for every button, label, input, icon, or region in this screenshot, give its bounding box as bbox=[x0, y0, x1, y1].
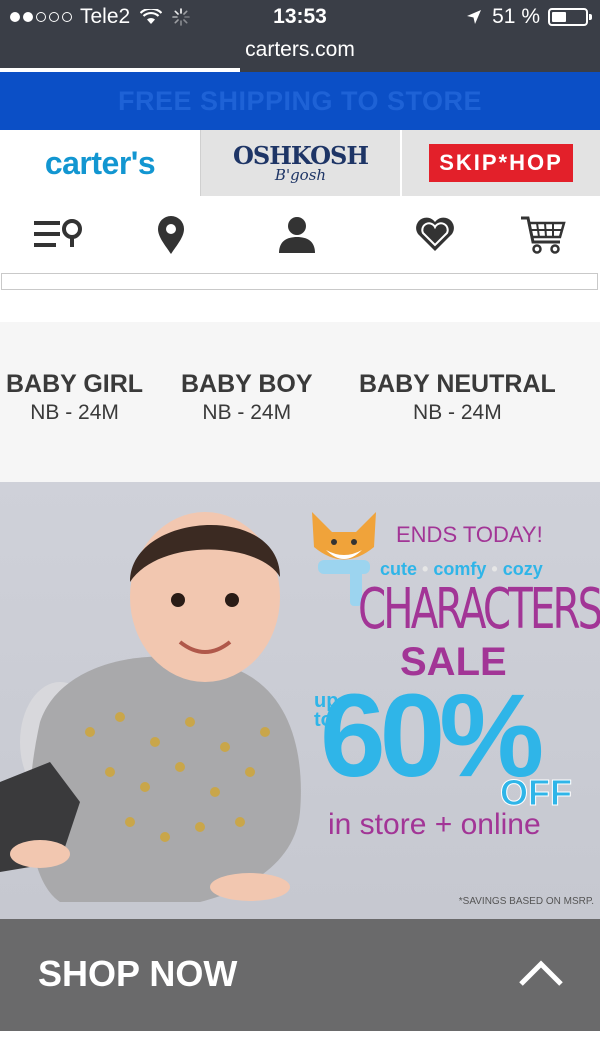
hero-banner[interactable]: ENDS TODAY! cute • comfy • cozy CHARACTE… bbox=[0, 482, 600, 919]
sale-channels: in store + online bbox=[328, 808, 541, 841]
tagline-cozy: cozy bbox=[502, 559, 543, 579]
search-input[interactable] bbox=[1, 273, 598, 290]
category-name: BABY NEUTRAL bbox=[359, 370, 556, 398]
promo-text: FREE SHIPPING TO STORE bbox=[117, 85, 483, 116]
favorites-button[interactable] bbox=[410, 212, 460, 258]
tagline-comfy: comfy bbox=[433, 559, 487, 579]
cart-button[interactable] bbox=[518, 212, 568, 258]
brand-tab-carters[interactable]: carter's bbox=[0, 130, 200, 196]
account-icon bbox=[279, 217, 315, 253]
icon-navigation bbox=[0, 196, 600, 274]
battery-percent: 51 % bbox=[492, 5, 540, 28]
category-next-partial[interactable] bbox=[590, 370, 597, 399]
shopping-cart-icon bbox=[521, 216, 566, 254]
location-arrow-icon bbox=[467, 10, 482, 24]
account-button[interactable] bbox=[272, 212, 322, 258]
oshkosh-logo: OSHKOSH B'gosh bbox=[232, 140, 369, 184]
category-carousel[interactable]: BABY GIRL NB - 24M BABY BOY NB - 24M BAB… bbox=[0, 322, 600, 482]
promo-banner[interactable]: FREE SHIPPING TO STORE bbox=[0, 72, 600, 130]
shop-now-label: SHOP NOW bbox=[38, 953, 238, 994]
url-bar[interactable]: carters.com bbox=[0, 38, 600, 62]
category-size-range: NB - 24M bbox=[413, 401, 502, 424]
location-pin-icon bbox=[158, 216, 184, 254]
sale-headline: CHARACTERS bbox=[358, 577, 600, 642]
category-name: BABY GIRL bbox=[6, 370, 144, 398]
favorites-heart-icon bbox=[416, 217, 454, 251]
brand-tab-skiphop[interactable]: SKIP*HOP bbox=[400, 130, 600, 196]
sale-ends-today: ENDS TODAY! bbox=[396, 522, 543, 547]
oshkosh-logo-main: OSHKOSH bbox=[232, 140, 369, 170]
chevron-up-icon[interactable] bbox=[518, 959, 564, 987]
category-size-range: NB - 24M bbox=[202, 401, 292, 424]
shop-now-button[interactable]: SHOP NOW bbox=[0, 919, 600, 1031]
category-baby-boy[interactable]: BABY BOY NB - 24M bbox=[181, 370, 313, 425]
status-right: 51 % bbox=[466, 5, 592, 29]
store-finder-icon bbox=[34, 219, 82, 247]
category-baby-girl[interactable]: BABY GIRL NB - 24M bbox=[6, 370, 143, 425]
category-baby-neutral[interactable]: BABY NEUTRAL NB - 24M bbox=[359, 370, 556, 425]
brand-tabs: carter's OSHKOSH B'gosh SKIP*HOP bbox=[0, 130, 600, 196]
battery-icon bbox=[548, 8, 592, 26]
browser-top-bar: Tele2 13:53 51 % carters.com bbox=[0, 0, 600, 72]
sale-fine-print: *SAVINGS BASED ON MSRP. bbox=[458, 896, 594, 907]
category-name: BABY BOY bbox=[181, 370, 313, 398]
store-finder-button[interactable] bbox=[34, 212, 84, 258]
oshkosh-logo-sub: B'gosh bbox=[274, 165, 327, 184]
tagline-cute: cute bbox=[380, 559, 418, 579]
carters-logo: carter's bbox=[44, 144, 156, 181]
status-bar: Tele2 13:53 51 % bbox=[0, 0, 600, 36]
location-button[interactable] bbox=[146, 212, 196, 258]
baby-photo bbox=[0, 512, 301, 902]
skiphop-logo: SKIP*HOP bbox=[429, 144, 573, 182]
category-size-range: NB - 24M bbox=[30, 401, 119, 424]
brand-tab-oshkosh[interactable]: OSHKOSH B'gosh bbox=[200, 130, 400, 196]
